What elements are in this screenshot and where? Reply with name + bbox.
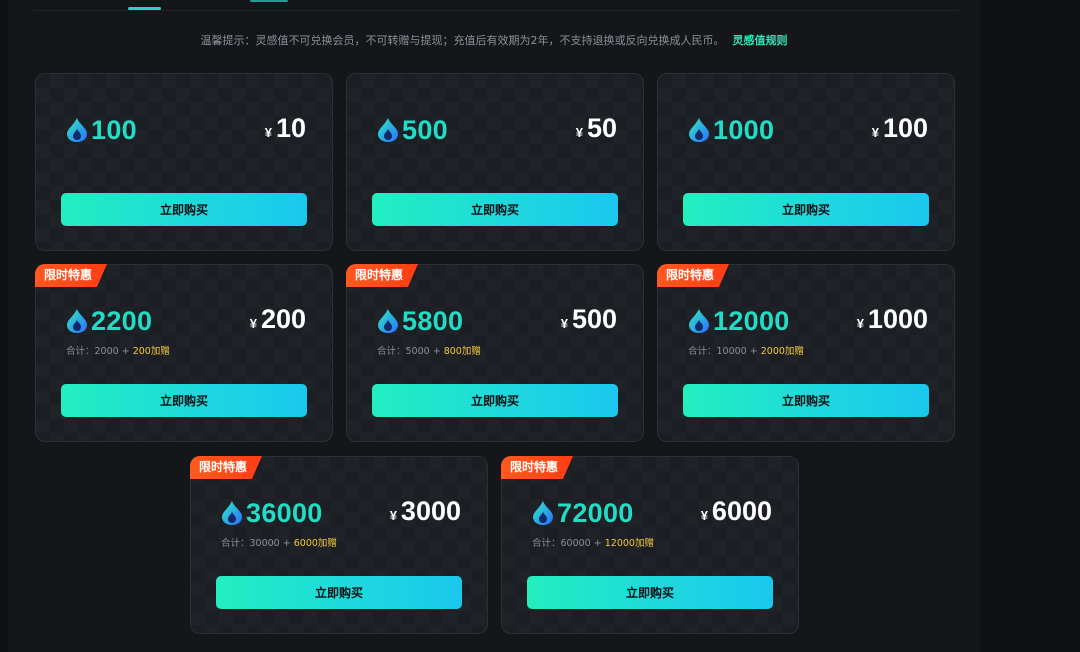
currency-symbol: ¥ — [575, 125, 583, 140]
buy-now-button[interactable]: 立即购买 — [527, 576, 773, 609]
currency-symbol: ¥ — [249, 316, 257, 331]
flame-drop-icon — [378, 309, 398, 333]
total-breakdown: 合计：2000 + 200加赠 — [66, 343, 170, 357]
currency-symbol: ¥ — [856, 316, 864, 331]
package-card: 限时特惠 2200 ¥200 合计：2000 + 200加赠 立即购买 — [35, 264, 333, 442]
currency-symbol: ¥ — [700, 508, 708, 523]
amount-row: 36000 — [221, 498, 323, 528]
currency-symbol: ¥ — [264, 125, 272, 140]
package-card: 限时特惠 72000 ¥6000 合计：60000 + 12000加赠 立即购买 — [501, 456, 799, 634]
buy-now-button[interactable]: 立即购买 — [61, 193, 307, 226]
price-value: 50 — [586, 113, 617, 143]
total-base: 合计：2000 + — [66, 346, 133, 357]
credit-amount: 72000 — [557, 497, 634, 528]
total-breakdown: 合计：30000 + 6000加赠 — [221, 535, 337, 549]
limited-offer-badge: 限时特惠 — [35, 264, 107, 287]
limited-offer-badge: 限时特惠 — [501, 456, 573, 479]
credit-amount: 36000 — [246, 497, 323, 528]
flame-drop-icon — [533, 501, 553, 525]
amount-row: 100 — [66, 115, 137, 145]
buy-now-button[interactable]: 立即购买 — [683, 384, 929, 417]
buy-now-button[interactable]: 立即购买 — [683, 193, 929, 226]
package-card: 限时特惠 36000 ¥3000 合计：30000 + 6000加赠 立即购买 — [190, 456, 488, 634]
bonus-amount: 200加赠 — [132, 346, 170, 357]
package-card: 限时特惠 5800 ¥500 合计：5000 + 800加赠 立即购买 — [346, 264, 644, 442]
active-tab-indicator — [128, 7, 161, 10]
flame-drop-icon — [67, 309, 87, 333]
price: ¥1000 — [857, 304, 928, 334]
recharge-tip: 温馨提示：灵感值不可兑换会员，不可转赠与提现；充值后有效期为2年，不支持退换或反… — [8, 32, 980, 48]
total-base: 合计：10000 + — [688, 346, 761, 357]
amount-row: 500 — [377, 115, 448, 145]
tab-indicator-secondary — [250, 0, 288, 2]
price-value: 6000 — [711, 496, 772, 526]
price: ¥6000 — [701, 496, 772, 526]
recharge-panel: 温馨提示：灵感值不可兑换会员，不可转赠与提现；充值后有效期为2年，不支持退换或反… — [8, 0, 980, 652]
credit-amount: 500 — [402, 114, 448, 145]
buy-now-button[interactable]: 立即购买 — [61, 384, 307, 417]
bonus-amount: 6000加赠 — [293, 538, 337, 549]
bonus-amount: 800加赠 — [443, 346, 481, 357]
price: ¥200 — [250, 304, 306, 334]
total-breakdown: 合计：60000 + 12000加赠 — [532, 535, 654, 549]
amount-row: 5800 — [377, 306, 463, 336]
price-value: 10 — [275, 113, 306, 143]
currency-symbol: ¥ — [560, 316, 568, 331]
buy-now-button[interactable]: 立即购买 — [372, 384, 618, 417]
bonus-amount: 12000加赠 — [604, 538, 654, 549]
credit-amount: 2200 — [91, 305, 153, 336]
package-card: 100 ¥10 立即购买 — [35, 73, 333, 251]
amount-row: 1000 — [688, 115, 774, 145]
package-card: 限时特惠 12000 ¥1000 合计：10000 + 2000加赠 立即购买 — [657, 264, 955, 442]
total-breakdown: 合计：5000 + 800加赠 — [377, 343, 481, 357]
total-base: 合计：5000 + — [377, 346, 444, 357]
price-value: 3000 — [400, 496, 461, 526]
flame-drop-icon — [689, 309, 709, 333]
total-base: 合计：30000 + — [221, 538, 294, 549]
flame-drop-icon — [222, 501, 242, 525]
amount-row: 12000 — [688, 306, 790, 336]
package-card: 500 ¥50 立即购买 — [346, 73, 644, 251]
credit-amount: 100 — [91, 114, 137, 145]
price: ¥10 — [265, 113, 306, 143]
price-value: 200 — [260, 304, 306, 334]
price-value: 1000 — [867, 304, 928, 334]
credit-amount: 1000 — [713, 114, 775, 145]
flame-drop-icon — [378, 118, 398, 142]
limited-offer-badge: 限时特惠 — [657, 264, 729, 287]
tip-text: 温馨提示：灵感值不可兑换会员，不可转赠与提现；充值后有效期为2年，不支持退换或反… — [200, 34, 725, 47]
currency-symbol: ¥ — [871, 125, 879, 140]
credit-amount: 12000 — [713, 305, 790, 336]
price: ¥3000 — [390, 496, 461, 526]
flame-drop-icon — [689, 118, 709, 142]
total-breakdown: 合计：10000 + 2000加赠 — [688, 343, 804, 357]
price-value: 500 — [571, 304, 617, 334]
package-card: 1000 ¥100 立即购买 — [657, 73, 955, 251]
amount-row: 72000 — [532, 498, 634, 528]
limited-offer-badge: 限时特惠 — [346, 264, 418, 287]
price: ¥500 — [561, 304, 617, 334]
currency-symbol: ¥ — [389, 508, 397, 523]
buy-now-button[interactable]: 立即购买 — [372, 193, 618, 226]
limited-offer-badge: 限时特惠 — [190, 456, 262, 479]
price: ¥100 — [872, 113, 928, 143]
price-value: 100 — [882, 113, 928, 143]
total-base: 合计：60000 + — [532, 538, 605, 549]
tab-divider — [34, 10, 958, 11]
buy-now-button[interactable]: 立即购买 — [216, 576, 462, 609]
amount-row: 2200 — [66, 306, 152, 336]
credit-amount: 5800 — [402, 305, 464, 336]
price: ¥50 — [576, 113, 617, 143]
bonus-amount: 2000加赠 — [760, 346, 804, 357]
rules-link[interactable]: 灵感值规则 — [733, 34, 788, 47]
flame-drop-icon — [67, 118, 87, 142]
